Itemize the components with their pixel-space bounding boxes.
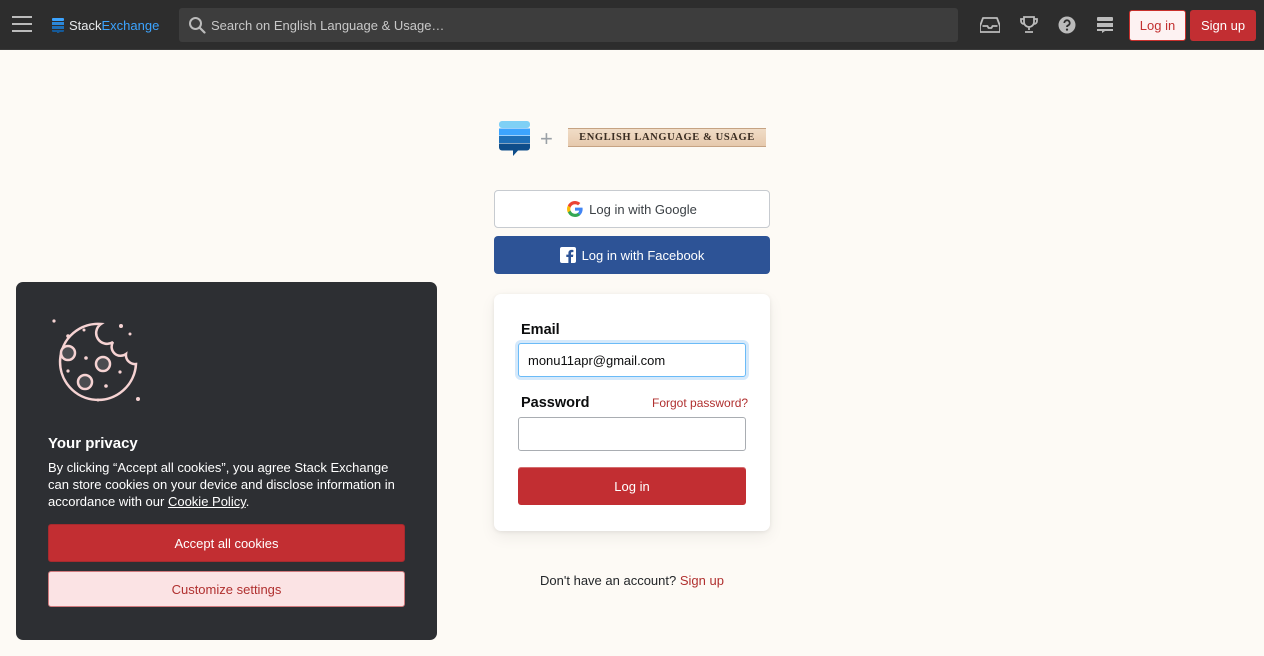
english-language-usage-logo: ENGLISH LANGUAGE & USAGE (568, 128, 766, 147)
search-input[interactable] (211, 8, 951, 42)
email-field[interactable] (518, 343, 746, 377)
signup-link[interactable]: Sign up (680, 573, 724, 588)
achievements-icon[interactable] (1018, 14, 1040, 36)
password-field[interactable] (518, 417, 746, 451)
cookie-policy-link[interactable]: Cookie Policy (168, 494, 246, 509)
stackexchange-site-icon (499, 121, 530, 156)
menu-icon[interactable] (12, 16, 32, 34)
google-login-label: Log in with Google (589, 201, 697, 217)
inbox-icon[interactable] (979, 14, 1001, 36)
forgot-password-link[interactable]: Forgot password? (652, 396, 748, 410)
accept-cookies-button[interactable]: Accept all cookies (48, 524, 405, 562)
customize-settings-button[interactable]: Customize settings (48, 571, 405, 607)
login-button-top[interactable]: Log in (1129, 10, 1186, 41)
login-form: Email Password Forgot password? Log in (494, 294, 770, 531)
email-label: Email (521, 322, 560, 338)
facebook-login-button[interactable]: Log in with Facebook (494, 236, 770, 274)
plus-sign: + (540, 126, 553, 151)
signup-prompt-text: Don't have an account? (540, 573, 677, 588)
help-icon[interactable] (1056, 14, 1078, 36)
signup-button-top[interactable]: Sign up (1190, 10, 1256, 41)
top-bar: StackExchange Log in Sign up (0, 0, 1264, 50)
google-login-button[interactable]: Log in with Google (494, 190, 770, 228)
privacy-text: By clicking “Accept all cookies”, you ag… (48, 460, 395, 509)
login-submit-button[interactable]: Log in (518, 467, 746, 505)
signup-prompt: Don't have an account? Sign up (494, 573, 770, 588)
password-label: Password (521, 395, 590, 411)
google-icon (567, 201, 583, 217)
search-icon (189, 17, 206, 34)
site-switcher-icon[interactable] (1094, 14, 1116, 36)
facebook-login-label: Log in with Facebook (581, 247, 705, 263)
stackexchange-logo[interactable]: StackExchange (52, 16, 159, 34)
logo-text: StackExchange (69, 17, 160, 33)
search-bar[interactable] (179, 8, 958, 42)
cookie-icon (52, 319, 140, 402)
cookie-consent-banner: Your privacy By clicking “Accept all coo… (16, 282, 437, 640)
stackexchange-logo-icon (52, 17, 64, 33)
facebook-icon (559, 247, 576, 263)
privacy-title: Your privacy (48, 435, 138, 452)
